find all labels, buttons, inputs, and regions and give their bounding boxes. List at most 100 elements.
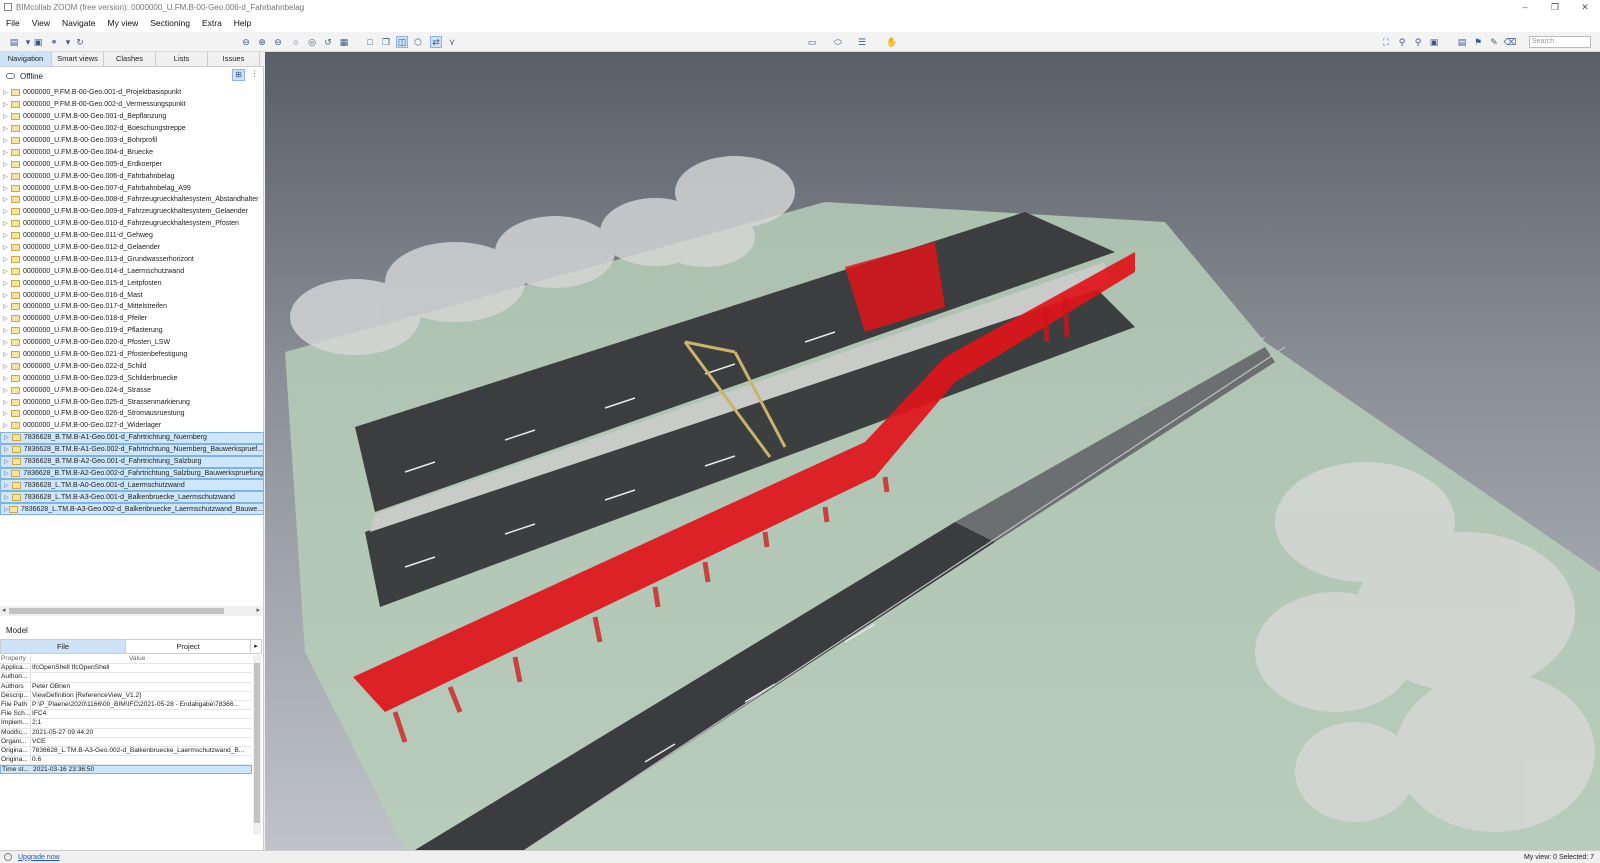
expand-icon[interactable]: ▷ <box>4 470 11 477</box>
expand-icon[interactable]: ▷ <box>3 232 11 239</box>
tree-view-icon[interactable]: ⊞ <box>232 69 245 81</box>
more-tabs-icon[interactable]: ▸ <box>251 640 261 653</box>
save-icon[interactable]: ▣ <box>32 36 44 48</box>
zoom-plus-icon[interactable]: ⊕ <box>256 36 268 48</box>
tree-item[interactable]: ▷ 0000000_U.FM.B-00-Geo.016-d_Mast <box>0 289 264 301</box>
expand-icon[interactable]: ▷ <box>3 268 11 275</box>
expand-icon[interactable]: ▷ <box>3 125 11 132</box>
menu-view[interactable]: View <box>32 18 50 28</box>
expand-icon[interactable]: ▷ <box>3 113 11 120</box>
tab-lists[interactable]: Lists <box>156 52 208 66</box>
undo-icon[interactable]: ↺ <box>322 36 334 48</box>
tree-item[interactable]: ▷ 7836628_B.TM.B-A2-Geo.001-d_Fahrtrichtu… <box>0 455 264 468</box>
ellipse-icon[interactable]: ⬭ <box>832 36 844 48</box>
property-row[interactable]: File Path P:\P_Plaene\2020\1166\00_BIM\IF… <box>0 700 252 711</box>
zoom-selection-icon[interactable]: ⚲ <box>1412 36 1424 48</box>
menu-navigate[interactable]: Navigate <box>62 18 96 28</box>
tree-item[interactable]: ▷ 0000000_U.FM.B-00-Geo.010-d_Fahrzeugrue… <box>0 218 264 230</box>
list-view-icon[interactable]: ⋮ <box>248 69 261 81</box>
property-row[interactable]: Applica... IfcOpenShell IfcOpenShell <box>0 664 252 674</box>
dropdown-icon[interactable]: ▾ <box>62 36 74 48</box>
search-input[interactable]: Search <box>1529 36 1591 48</box>
scrollbar-thumb[interactable] <box>9 608 224 614</box>
upgrade-link[interactable]: Upgrade now <box>18 854 60 861</box>
horizontal-scrollbar[interactable]: ◂ ▸ <box>0 606 262 616</box>
hand-icon[interactable]: ✋ <box>886 36 898 48</box>
expand-icon[interactable]: ▷ <box>4 482 12 489</box>
expand-icon[interactable]: ▷ <box>3 410 11 417</box>
expand-icon[interactable]: ▷ <box>3 185 11 192</box>
expand-icon[interactable]: ▷ <box>3 208 11 215</box>
expand-icon[interactable]: ▷ <box>3 244 11 251</box>
expand-icon[interactable]: ▷ <box>4 494 12 501</box>
menu-extra[interactable]: Extra <box>202 18 222 28</box>
expand-icon[interactable]: ▷ <box>4 434 12 441</box>
tab-smart-views[interactable]: Smart views <box>52 52 104 66</box>
expand-icon[interactable]: ▷ <box>3 173 11 180</box>
expand-icon[interactable]: ▷ <box>3 303 11 310</box>
tree-item[interactable]: ▷ 7836628_L.TM.B-A0-Geo.001-d_Laermschutz… <box>0 479 264 492</box>
tree-item[interactable]: ▷ 7836628_L.TM.B-A3-Geo.002-d_Balkenbruec… <box>0 503 264 516</box>
expand-icon[interactable]: ▷ <box>3 422 11 429</box>
tree-item[interactable]: ▷ 0000000_U.FM.B-00-Geo.027-d_Widerlager <box>0 420 264 432</box>
open-icon[interactable]: ▤ <box>8 36 20 48</box>
tab-issues[interactable]: Issues <box>208 52 260 66</box>
expand-icon[interactable]: ▷ <box>3 315 11 322</box>
tree-item[interactable]: ▷ 0000000_U.FM.B-00-Geo.017-d_Mittelstrei… <box>0 301 264 313</box>
property-row[interactable]: Origina... 7836628_L.TM.B-A3-Geo.002-d_Ba… <box>0 746 252 757</box>
tree-item[interactable]: ▷ 0000000_U.FM.B-00-Geo.019-d_Pflasterung <box>0 325 264 337</box>
annotate-icon[interactable]: ✎ <box>1488 36 1500 48</box>
tree-item[interactable]: ▷ 7836628_L.TM.B-A3-Geo.001-d_Balkenbruec… <box>0 491 264 504</box>
tree-item[interactable]: ▷ 0000000_U.FM.B-00-Geo.003-d_Bohrprofil <box>0 135 264 147</box>
tree-item[interactable]: ▷ 0000000_U.FM.B-00-Geo.015-d_Leitpfosten <box>0 277 264 289</box>
duplicate-icon[interactable]: ❐ <box>380 36 392 48</box>
walk-icon[interactable]: ⇄ <box>430 36 442 48</box>
scroll-left-icon[interactable]: ◂ <box>2 606 6 614</box>
box-icon[interactable]: □ <box>364 36 376 48</box>
scrollbar-thumb[interactable] <box>254 663 260 823</box>
tree-item[interactable]: ▷ 0000000_U.FM.B-00-Geo.008-d_Fahrzeugrue… <box>0 194 264 206</box>
tree-item[interactable]: ▷ 7836628_B.TM.B-A1-Geo.002-d_Fahrtrichtu… <box>0 443 264 456</box>
tree-item[interactable]: ▷ 7836628_B.TM.B-A2-Geo.002-d_Fahrtrichtu… <box>0 467 264 480</box>
expand-icon[interactable]: ▷ <box>3 351 11 358</box>
expand-icon[interactable]: ▷ <box>3 137 11 144</box>
expand-icon[interactable]: ▷ <box>3 161 11 168</box>
property-row[interactable]: File Sch... IFC4 <box>0 710 252 720</box>
tab-file[interactable]: File <box>1 640 127 653</box>
menu-help[interactable]: Help <box>234 18 251 28</box>
tree-item[interactable]: ▷ 0000000_U.FM.B-00-Geo.021-d_Pfostenbefe… <box>0 349 264 361</box>
tab-project[interactable]: Project <box>126 640 252 653</box>
tree-item[interactable]: ▷ 0000000_U.FM.B-00-Geo.004-d_Bruecke <box>0 146 264 158</box>
property-row[interactable]: Organi... VCE <box>0 737 252 747</box>
zoom-minus-icon[interactable]: ⊖ <box>240 36 252 48</box>
expand-icon[interactable]: ▷ <box>3 196 11 203</box>
tree-item[interactable]: ▷ 0000000_U.FM.B-00-Geo.005-d_Erdkoerper <box>0 158 264 170</box>
menu-file[interactable]: File <box>6 18 20 28</box>
tab-clashes[interactable]: Clashes <box>104 52 156 66</box>
tree-item[interactable]: ▷ 0000000_U.FM.B-00-Geo.009-d_Fahrzeugrue… <box>0 206 264 218</box>
expand-icon[interactable]: ▷ <box>3 89 11 96</box>
expand-icon[interactable]: ▷ <box>3 280 11 287</box>
measure-icon[interactable]: ▭ <box>806 36 818 48</box>
tree-item[interactable]: ▷ 7836628_B.TM.B-A1-Geo.001-d_Fahrtrichtu… <box>0 431 264 444</box>
cube-icon[interactable]: ⬡ <box>412 36 424 48</box>
tree-item[interactable]: ▷ 0000000_U.FM.B-00-Geo.023-d_Schilderbru… <box>0 372 264 384</box>
expand-icon[interactable]: ▷ <box>3 387 11 394</box>
tree-item[interactable]: ▷ 0000000_P.FM.B-00-Geo.001-d_Projektbasi… <box>0 87 264 99</box>
expand-icon[interactable]: ▷ <box>3 149 11 156</box>
tree-item[interactable]: ▷ 0000000_U.FM.B-00-Geo.006-d_Fahrbahnbel… <box>0 170 264 182</box>
expand-icon[interactable]: ▷ <box>4 458 12 465</box>
expand-icon[interactable]: ▷ <box>3 101 11 108</box>
tree-item[interactable]: ▷ 0000000_U.FM.B-00-Geo.013-d_Grundwasser… <box>0 253 264 265</box>
tree-item[interactable]: ▷ 0000000_U.FM.B-00-Geo.020-d_Pfosten_LSW <box>0 337 264 349</box>
close-button[interactable]: ✕ <box>1570 0 1600 14</box>
property-row[interactable]: Authori... <box>0 673 252 683</box>
tree-item[interactable]: ▷ 0000000_U.FM.B-00-Geo.007-d_Fahrbahnbel… <box>0 182 264 194</box>
property-row[interactable]: Modific... 2021-05-27 09:44:20 <box>0 728 252 738</box>
zoom-icon[interactable]: ⚲ <box>1396 36 1408 48</box>
tree-item[interactable]: ▷ 0000000_U.FM.B-00-Geo.012-d_Gelaender <box>0 242 264 254</box>
sync-icon[interactable]: ↻ <box>74 36 86 48</box>
3d-viewport[interactable] <box>265 52 1600 850</box>
tree-item[interactable]: ▷ 0000000_U.FM.B-00-Geo.002-d_Boeschungst… <box>0 123 264 135</box>
scroll-right-icon[interactable]: ▸ <box>256 606 260 614</box>
